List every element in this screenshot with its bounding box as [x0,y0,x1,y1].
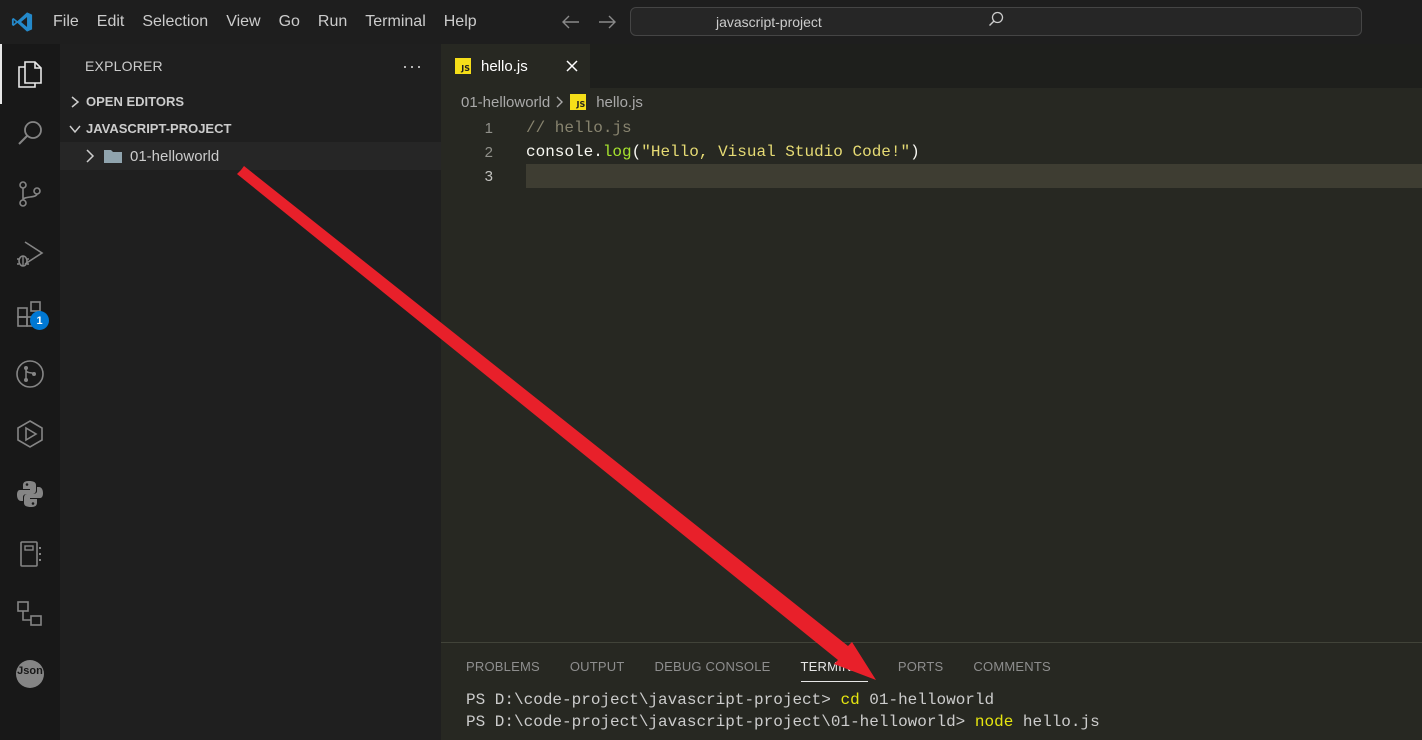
chevron-right-icon [82,149,98,163]
tab-debug-console[interactable]: DEBUG CONSOLE [655,643,771,689]
code-statement: console.log("Hello, Visual Studio Code!"… [526,143,920,161]
code-paren-open: ( [631,143,642,161]
code-function: log [602,143,632,161]
chevron-down-icon [66,124,84,134]
terminal-line: PS D:\code-project\javascript-project> c… [466,689,1422,711]
python-icon[interactable] [0,464,60,524]
tree-item-label: 01-helloworld [130,147,220,165]
vscode-logo-icon [0,0,44,44]
terminal-prompt: PS D:\code-project\javascript-project\01… [466,713,975,731]
js-file-icon: JS [570,94,587,110]
terminal-args: hello.js [1013,713,1100,731]
tab-label: hello.js [481,57,528,75]
explorer-icon[interactable] [0,44,60,104]
menu-bar: File Edit Selection View Go Run Terminal… [44,0,486,44]
breadcrumb-folder[interactable]: 01-helloworld [461,94,550,111]
code-line: 1 // hello.js [441,116,1422,140]
menu-run[interactable]: Run [309,0,356,44]
search-icon[interactable] [0,104,60,164]
chevron-right-icon [66,95,84,108]
code-line: 2 console.log("Hello, Visual Studio Code… [441,140,1422,164]
breadcrumb-file[interactable]: hello.js [596,94,643,111]
terminal-output[interactable]: PS D:\code-project\javascript-project> c… [441,689,1422,733]
code-dot: . [593,143,603,161]
tab-hello-js[interactable]: JS hello.js [441,44,590,88]
forward-arrow-icon[interactable] [596,10,618,34]
activity-bar: 1 Json [0,44,60,740]
notebook-icon[interactable] [0,524,60,584]
code-paren-close: ) [910,143,920,161]
code-line-current: 3 [441,164,1422,188]
editor-group: JS hello.js 01-helloworld JS hello.js 1 … [441,44,1422,642]
back-arrow-icon[interactable] [560,10,582,34]
chevron-right-icon [556,96,564,108]
line-number: 3 [484,167,493,185]
panel-tabs: PROBLEMS OUTPUT DEBUG CONSOLE TERMINAL P… [441,643,1422,689]
menu-selection[interactable]: Selection [133,0,217,44]
code-string: "Hello, Visual Studio Code!" [641,143,911,161]
code-comment: // hello.js [526,119,632,137]
folder-icon [104,149,122,163]
more-actions-icon[interactable]: ··· [402,56,423,77]
open-editors-section[interactable]: OPEN EDITORS [60,88,441,115]
menu-help[interactable]: Help [435,0,486,44]
extensions-badge: 1 [30,311,49,330]
run-debug-icon[interactable] [0,224,60,284]
tab-comments[interactable]: COMMENTS [973,643,1050,689]
code-object: console [526,143,594,161]
menu-go[interactable]: Go [270,0,309,44]
current-line-highlight [526,164,1422,188]
remote-explorer-icon[interactable] [0,404,60,464]
menu-view[interactable]: View [217,0,269,44]
command-center-text: javascript-project [716,13,822,30]
terminal-command: node [974,713,1014,731]
close-icon[interactable] [562,56,582,76]
command-center-search[interactable]: javascript-project [630,7,1362,36]
menu-file[interactable]: File [44,0,88,44]
line-number: 2 [484,143,493,161]
extensions-icon[interactable]: 1 [0,284,60,344]
breadcrumb: 01-helloworld JS hello.js [441,88,1422,116]
tree-item-folder[interactable]: 01-helloworld [60,142,441,170]
search-icon [988,11,1004,32]
line-number: 1 [484,119,493,137]
navigation-arrows [560,10,618,34]
tab-output[interactable]: OUTPUT [570,643,625,689]
source-control-icon[interactable] [0,164,60,224]
tab-problems[interactable]: PROBLEMS [466,643,540,689]
terminal-line: PS D:\code-project\javascript-project\01… [466,711,1422,733]
menu-edit[interactable]: Edit [88,0,134,44]
editor-tabs: JS hello.js [441,44,1422,88]
js-file-icon: JS [455,58,471,74]
git-graph-icon[interactable] [0,344,60,404]
json-icon[interactable]: Json [0,644,60,704]
title-bar: File Edit Selection View Go Run Terminal… [0,0,1422,44]
terminal-command: cd [840,691,860,709]
code-editor[interactable]: 1 // hello.js 2 console.log("Hello, Visu… [441,116,1422,188]
project-section[interactable]: JAVASCRIPT-PROJECT [60,115,441,142]
workflow-icon[interactable] [0,584,60,644]
project-label: JAVASCRIPT-PROJECT [86,121,232,136]
tab-ports[interactable]: PORTS [898,643,944,689]
json-icon-label: Json [17,665,43,677]
terminal-args: 01-helloworld [859,691,995,709]
menu-terminal[interactable]: Terminal [356,0,434,44]
tab-terminal[interactable]: TERMINAL [800,643,869,689]
explorer-sidebar: EXPLORER ··· OPEN EDITORS JAVASCRIPT-PRO… [60,44,441,740]
explorer-header: EXPLORER ··· [60,44,441,88]
open-editors-label: OPEN EDITORS [86,94,185,109]
explorer-title: EXPLORER [85,58,163,74]
bottom-panel: PROBLEMS OUTPUT DEBUG CONSOLE TERMINAL P… [441,642,1422,740]
terminal-prompt: PS D:\code-project\javascript-project> [466,691,841,709]
